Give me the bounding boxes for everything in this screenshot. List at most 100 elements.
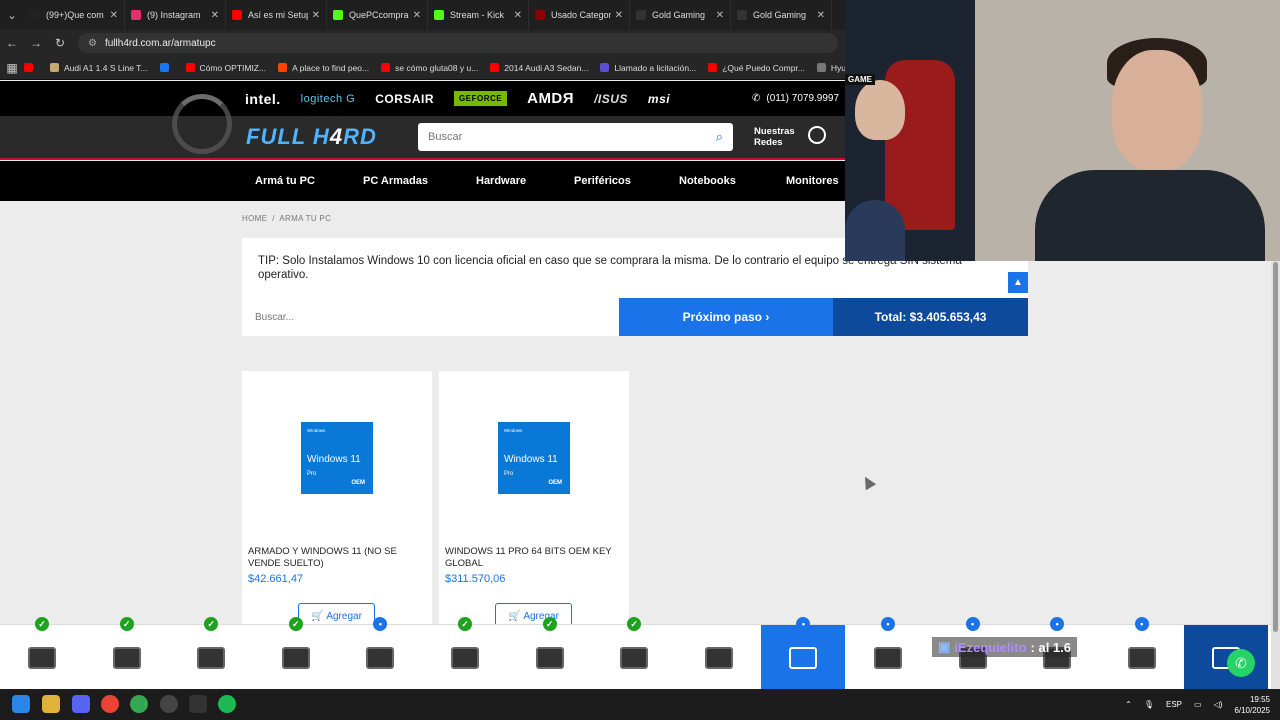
brand-logo-amd[interactable]: AMDЯ [527, 90, 574, 107]
product-card[interactable]: Windows Windows 11 Pro OEM ARMADO Y WINDOWS … [242, 371, 432, 631]
discord-icon[interactable] [72, 695, 90, 713]
close-tab-icon[interactable]: ✕ [514, 10, 522, 21]
browser-tab[interactable]: Así es mi Setup ✕ [226, 0, 327, 30]
whatsapp-float-icon[interactable]: ✆ [1227, 649, 1255, 677]
bookmark-item[interactable]: A place to find peo... [278, 63, 369, 73]
search-icon[interactable]: ⌕ [716, 129, 723, 145]
brand-logo-logi[interactable]: logitech G [301, 93, 356, 105]
logitech-icon[interactable] [189, 695, 207, 713]
bookmark-label: Llamado a licitación... [614, 62, 697, 73]
chrome-profile-icon[interactable] [130, 695, 148, 713]
url-field[interactable]: ⚙ fullh4rd.com.ar/armatupc [78, 33, 838, 53]
brand-logo-msi[interactable]: msi [648, 92, 670, 106]
nav-item[interactable]: Armá tu PC [255, 161, 315, 201]
brand-logo-intel[interactable]: intel. [245, 91, 281, 107]
close-tab-icon[interactable]: ✕ [716, 10, 724, 21]
whatsapp-icon[interactable] [808, 126, 826, 144]
forward-icon[interactable]: → [24, 36, 48, 50]
start-icon[interactable] [12, 695, 30, 713]
build-slot-ssd[interactable]: ✓ [423, 617, 507, 690]
close-tab-icon[interactable]: ✕ [110, 10, 118, 21]
build-slot-ram[interactable]: ✓ [254, 617, 338, 690]
bookmark-item[interactable]: se cómo gluta08 y u... [381, 63, 478, 73]
brand-logo-asus[interactable]: /ISUS [594, 92, 628, 106]
pending-icon: • [965, 617, 980, 631]
brand-logo-geforce[interactable]: GEFORCE [454, 91, 508, 106]
tab-search-icon[interactable]: ⌄ [0, 0, 24, 30]
close-tab-icon[interactable]: ✕ [615, 10, 623, 21]
scrollbar-thumb[interactable] [1273, 262, 1278, 632]
spotify-icon[interactable] [218, 695, 236, 713]
network-icon[interactable]: ▭ [1194, 700, 1202, 709]
bookmark-item[interactable] [24, 63, 38, 72]
bookmark-label: ¿Qué Puedo Compr... [722, 62, 805, 73]
language-indicator[interactable]: ESP [1166, 700, 1182, 709]
browser-tab[interactable]: Gold Gaming ✕ [731, 0, 832, 30]
build-slot-case[interactable] [677, 625, 761, 690]
volume-icon[interactable]: ◁) [1214, 700, 1223, 709]
nav-item[interactable]: Hardware [476, 161, 526, 201]
product-price: $311.570,06 [445, 573, 506, 585]
product-title[interactable]: ARMADO Y WINDOWS 11 (NO SE VENDE SUELTO) [248, 546, 428, 570]
back-icon[interactable]: ← [0, 36, 24, 50]
browser-tab[interactable]: Usado Categori ✕ [529, 0, 630, 30]
next-step-button[interactable]: Próximo paso › [619, 298, 833, 336]
bookmark-item[interactable]: Audi A1 1.4 S Line T... [50, 63, 148, 73]
build-slot-monitor[interactable] [1184, 625, 1269, 690]
clock-date: 6/10/2025 [1234, 705, 1270, 715]
close-tab-icon[interactable]: ✕ [211, 10, 219, 21]
box-edition: Pro [307, 471, 317, 477]
build-slot-psu[interactable]: ✓ [592, 617, 676, 690]
bookmark-item[interactable]: Llamado a licitación... [600, 63, 696, 73]
phone-contact[interactable]: ✆ (011) 7079.9997 [752, 81, 839, 116]
site-info-icon[interactable]: ⚙ [88, 38, 97, 49]
github-icon[interactable] [160, 695, 178, 713]
nav-item[interactable]: Periféricos [574, 161, 631, 201]
reload-icon[interactable]: ↻ [48, 36, 72, 50]
site-logo[interactable]: FULL H4RD [246, 124, 377, 150]
tray-chevron-icon[interactable]: ⌃ [1125, 700, 1132, 709]
scroll-top-button[interactable]: ▲ [1008, 272, 1028, 293]
tab-favicon-icon [333, 10, 343, 20]
product-filter-input[interactable] [255, 311, 619, 323]
nav-item[interactable]: PC Armadas [363, 161, 428, 201]
build-slot-keyboard[interactable]: • [931, 617, 1015, 690]
browser-tab[interactable]: QuePCcompra ✕ [327, 0, 428, 30]
file-explorer-icon[interactable] [42, 695, 60, 713]
browser-tab[interactable]: (99+)Que com ✕ [24, 0, 125, 30]
build-slot-webcam[interactable]: • [1100, 617, 1184, 690]
browser-tab[interactable]: Stream - Kick ✕ [428, 0, 529, 30]
build-slot-headset[interactable]: • [1015, 617, 1099, 690]
social-label: Nuestras Redes [754, 126, 795, 148]
bookmark-item[interactable]: 2014 Audi A3 Sedan... [490, 63, 588, 73]
build-slot-mouse[interactable]: • [846, 617, 930, 690]
clock[interactable]: 19:55 6/10/2025 [1234, 694, 1270, 716]
close-tab-icon[interactable]: ✕ [817, 10, 825, 21]
nav-item[interactable]: Monitores [786, 161, 839, 201]
bookmark-item[interactable]: ¿Qué Puedo Compr... [708, 63, 805, 73]
breadcrumb: HOME / ARMA TU PC [242, 214, 331, 223]
build-slot-motherboard[interactable]: ✓ [169, 617, 253, 690]
product-card[interactable]: Windows Windows 11 Pro OEM WINDOWS 11 PRO 64… [439, 371, 629, 631]
build-slot-os[interactable]: • [761, 617, 846, 690]
chrome-icon[interactable] [101, 695, 119, 713]
product-title[interactable]: WINDOWS 11 PRO 64 BITS OEM KEY GLOBAL [445, 546, 625, 570]
build-slot-storage[interactable]: • [338, 617, 422, 690]
close-tab-icon[interactable]: ✕ [312, 10, 320, 21]
build-slot-cooler[interactable]: ✓ [85, 617, 169, 690]
build-slot-cpu[interactable]: ✓ [0, 617, 84, 690]
breadcrumb-home[interactable]: HOME [242, 214, 267, 223]
site-search-input[interactable] [428, 131, 716, 143]
apps-icon[interactable]: ▦ [0, 61, 24, 75]
build-slot-gpu[interactable]: ✓ [508, 617, 592, 690]
bookmark-item[interactable]: Cómo OPTIMIZ... [185, 63, 266, 73]
bookmark-item[interactable] [159, 63, 174, 72]
checkmark-icon: ✓ [119, 617, 134, 631]
browser-tab[interactable]: Gold Gaming ✕ [630, 0, 731, 30]
mic-icon[interactable]: 🎙 [1144, 700, 1154, 709]
browser-tab[interactable]: (9) Instagram ✕ [125, 0, 226, 30]
close-tab-icon[interactable]: ✕ [413, 10, 421, 21]
bookmark-favicon-icon [159, 63, 169, 72]
nav-item[interactable]: Notebooks [679, 161, 736, 201]
brand-logo-corsair[interactable]: CORSAIR [375, 92, 434, 106]
